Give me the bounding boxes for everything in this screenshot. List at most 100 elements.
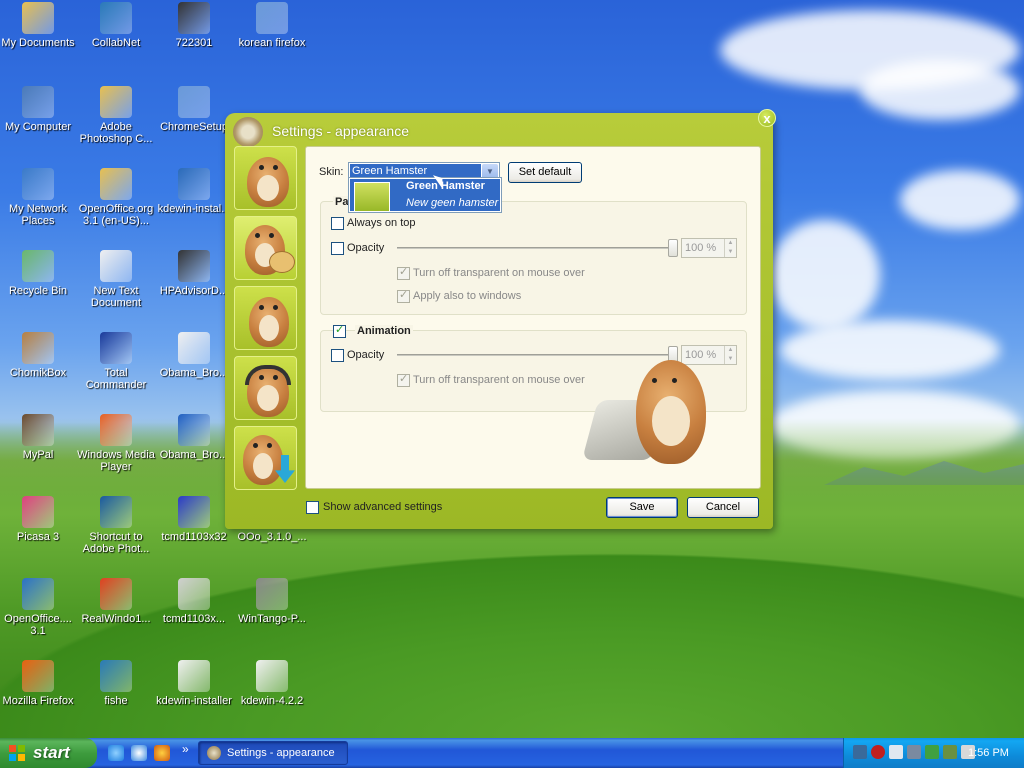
hamster-tray-icon[interactable]: [943, 745, 957, 759]
desktop-icon[interactable]: Total Commander: [77, 332, 155, 391]
tab-update[interactable]: [234, 426, 297, 490]
always-on-top-checkbox[interactable]: [331, 217, 344, 230]
settings-dialog: Settings - appearance x Skin: Green Hams…: [225, 109, 776, 529]
desktop-icon[interactable]: OpenOffice.org 3.1 (en-US)...: [77, 168, 155, 227]
desktop-icon[interactable]: My Network Places: [0, 168, 77, 227]
desktop-icon[interactable]: tcmd1103x...: [155, 578, 233, 625]
quicklaunch-overflow-icon[interactable]: »: [182, 742, 189, 756]
animation-opacity-checkbox[interactable]: [331, 349, 344, 362]
gear-icon: [207, 746, 221, 760]
display-tray-icon[interactable]: [907, 745, 921, 759]
desktop-icon[interactable]: ChomikBox: [0, 332, 77, 379]
apply-windows-checkbox[interactable]: ✓: [397, 289, 410, 303]
tab-sound[interactable]: [234, 356, 297, 420]
panel-group: Pan Always on top Opacity 100 % ▲ ▼ ✓ Tur…: [320, 196, 747, 315]
openoffice-icon: [22, 578, 54, 610]
desktop-icon[interactable]: kdewin-4.2.2: [233, 660, 311, 707]
animation-turn-off-checkbox[interactable]: ✓: [397, 373, 410, 387]
kde-icon: [178, 168, 210, 200]
desktop-icon[interactable]: Recycle Bin: [0, 250, 77, 297]
desktop-icon[interactable]: Adobe Photoshop C...: [77, 86, 155, 145]
desktop-icon[interactable]: Obama_Bro...: [155, 414, 233, 461]
skin-option-green-hamster[interactable]: Green Hamster New geen hamster: [350, 179, 500, 212]
spinner-arrows-icon[interactable]: ▲ ▼: [724, 239, 736, 257]
desktop-icon-label: kdewin-instal...: [157, 203, 231, 215]
firefox-icon[interactable]: [154, 745, 170, 761]
document-icon: [178, 332, 210, 364]
set-default-button[interactable]: Set default: [508, 162, 582, 183]
taskbar-item-settings[interactable]: Settings - appearance: [198, 741, 348, 765]
desktop-icon-label: kdewin-4.2.2: [240, 695, 304, 707]
computer-icon: [22, 86, 54, 118]
chrome-icon[interactable]: [131, 745, 147, 761]
antivirus-shield-icon[interactable]: [871, 745, 885, 759]
fish-icon: [100, 660, 132, 692]
photoshop-icon: [100, 496, 132, 528]
tab-appearance[interactable]: [234, 216, 297, 280]
animation-opacity-spinner[interactable]: 100 % ▲ ▼: [681, 345, 737, 365]
show-advanced-checkbox[interactable]: [306, 501, 319, 514]
desktop-icon[interactable]: My Documents: [0, 2, 77, 49]
desktop-icon[interactable]: WinTango-P...: [233, 578, 311, 625]
taskbar: start » Settings - appearance 1:56 PM: [0, 738, 1024, 768]
desktop-icon-label: Windows Media Player: [77, 449, 155, 473]
desktop-icon-label: HPAdvisorD...: [159, 285, 229, 297]
floppy-icon: [178, 496, 210, 528]
desktop-icon[interactable]: ChromeSetup: [155, 86, 233, 133]
cancel-button[interactable]: Cancel: [687, 497, 759, 518]
desktop-icon[interactable]: MyPal: [0, 414, 77, 461]
close-button[interactable]: x: [758, 109, 776, 127]
desktop-icon-label: WinTango-P...: [238, 613, 306, 625]
tab-behavior[interactable]: [234, 286, 297, 350]
animation-opacity-slider-track: [397, 354, 673, 356]
floppy-icon: [100, 332, 132, 364]
network-tray-icon[interactable]: [853, 745, 867, 759]
save-button[interactable]: Save: [606, 497, 678, 518]
installer-cd-icon: [256, 2, 288, 34]
desktop-icon[interactable]: OpenOffice.... 3.1: [0, 578, 77, 637]
monitor-tray-icon[interactable]: [889, 745, 903, 759]
opacity-spinner[interactable]: 100 % ▲ ▼: [681, 238, 737, 258]
desktop-icon[interactable]: Picasa 3: [0, 496, 77, 543]
desktop-icon[interactable]: Windows Media Player: [77, 414, 155, 473]
desktop-icon[interactable]: Obama_Bro...: [155, 332, 233, 379]
safely-remove-tray-icon[interactable]: [925, 745, 939, 759]
desktop-icon[interactable]: kdewin-instal...: [155, 168, 233, 215]
opacity-slider-thumb[interactable]: [668, 239, 678, 257]
desktop-icon[interactable]: tcmd1103x32: [155, 496, 233, 543]
taskbar-item-label: Settings - appearance: [227, 747, 335, 759]
document-icon: [178, 660, 210, 692]
start-button[interactable]: start: [0, 738, 97, 768]
desktop-icon-label: Picasa 3: [16, 531, 60, 543]
turn-off-transparent-checkbox[interactable]: ✓: [397, 266, 410, 280]
desktop-icon[interactable]: RealWindo1...: [77, 578, 155, 625]
desktop-icon[interactable]: New Text Document: [77, 250, 155, 309]
desktop-icon[interactable]: kdewin-installer: [155, 660, 233, 707]
spinner-arrows-icon[interactable]: ▲ ▼: [724, 346, 736, 364]
desktop-icon-label: Total Commander: [85, 367, 147, 391]
folder-icon: [100, 86, 132, 118]
animation-checkbox[interactable]: ✓: [333, 324, 346, 338]
desktop-icon-label: ChromeSetup: [160, 121, 228, 133]
desktop-icon[interactable]: korean firefox: [233, 2, 311, 49]
7zip-archive-icon: [178, 2, 210, 34]
desktop-icon[interactable]: CollabNet: [77, 2, 155, 49]
opacity-checkbox[interactable]: [331, 242, 344, 255]
text-document-icon: [100, 250, 132, 282]
start-label: start: [33, 743, 70, 762]
desktop-icon[interactable]: 722301: [155, 2, 233, 49]
desktop-icon[interactable]: fishe: [77, 660, 155, 707]
tab-general[interactable]: [234, 146, 297, 210]
desktop-icon[interactable]: Shortcut to Adobe Phot...: [77, 496, 155, 555]
opacity-slider-track: [397, 247, 673, 249]
ie-icon[interactable]: [108, 745, 124, 761]
folder-icon: [100, 168, 132, 200]
desktop-icon-label: Obama_Bro...: [159, 367, 229, 379]
desktop-icon[interactable]: Mozilla Firefox: [0, 660, 77, 707]
window-icon: [178, 578, 210, 610]
desktop-icon[interactable]: HPAdvisorD...: [155, 250, 233, 297]
desktop-icon-label: 722301: [175, 37, 213, 49]
desktop-icon[interactable]: My Computer: [0, 86, 77, 133]
desktop-icon-label: CollabNet: [91, 37, 141, 49]
desktop-icon-label: Recycle Bin: [8, 285, 68, 297]
